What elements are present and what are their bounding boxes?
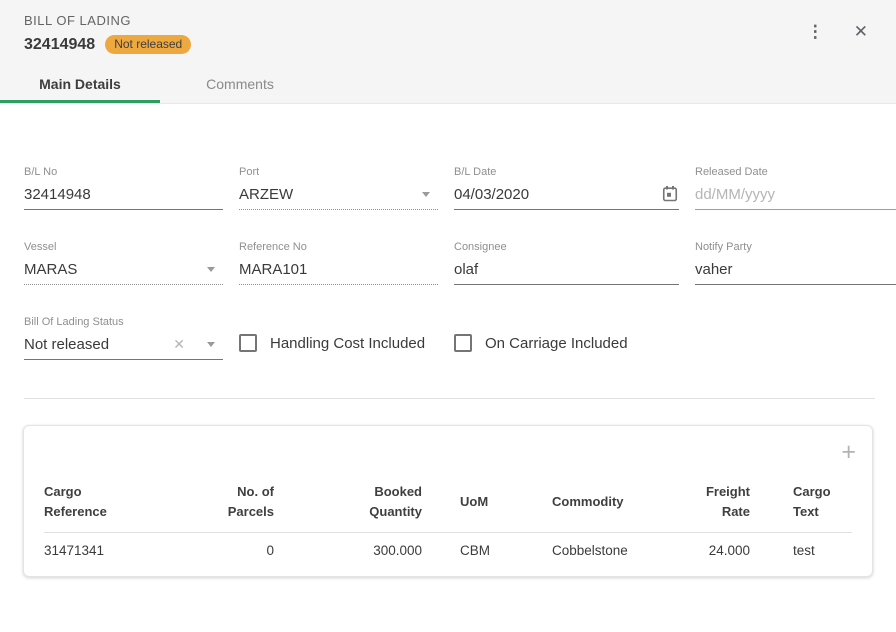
reference-no-input[interactable] — [239, 261, 438, 278]
bl-date-input[interactable] — [454, 186, 653, 203]
calendar-icon[interactable] — [661, 185, 679, 203]
reference-no-field: Reference No — [239, 241, 438, 285]
col-header-uom: UoM — [422, 492, 514, 512]
tab-main-details[interactable]: Main Details — [0, 65, 160, 103]
cell-booked-quantity: 300.000 — [274, 543, 422, 558]
reference-no-label: Reference No — [239, 241, 438, 253]
vessel-label: Vessel — [24, 241, 223, 253]
col-header-cargo-reference: Cargo Reference — [44, 482, 214, 522]
released-date-label: Released Date — [695, 166, 896, 178]
cell-commodity: Cobbelstone — [514, 543, 674, 558]
page-title: BILL OF LADING — [24, 13, 872, 28]
handling-cost-label: Handling Cost Included — [270, 335, 425, 352]
section-divider — [24, 398, 875, 399]
cargo-table-header: Cargo Reference No. of Parcels Booked Qu… — [44, 482, 852, 532]
cell-freight-rate: 24.000 — [674, 543, 750, 558]
port-select[interactable]: ARZEW — [239, 183, 438, 210]
bl-no-label: B/L No — [24, 166, 223, 178]
dialog-header: BILL OF LADING 32414948 Not released ⋮ ✕… — [0, 0, 896, 104]
bl-status-label: Bill Of Lading Status — [24, 316, 223, 328]
notify-party-field: Notify Party — [695, 241, 896, 285]
cell-cargo-text: test — [750, 543, 854, 558]
released-date-input[interactable] — [695, 186, 894, 203]
cell-no-of-parcels: 0 — [214, 543, 274, 558]
vessel-select[interactable]: MARAS — [24, 258, 223, 285]
bl-status-value: Not released — [24, 336, 173, 353]
active-tab-indicator — [0, 100, 160, 103]
port-field: Port ARZEW — [239, 166, 438, 210]
cargo-lines-card: + Cargo Reference No. of Parcels Booked … — [23, 425, 873, 577]
close-icon[interactable]: ✕ — [852, 21, 870, 42]
chevron-down-icon — [207, 267, 215, 272]
clear-icon[interactable]: ✕ — [173, 336, 185, 353]
tab-bar: Main Details Comments — [0, 65, 320, 103]
vessel-field: Vessel MARAS — [24, 241, 223, 285]
bl-date-field: B/L Date — [454, 166, 679, 210]
on-carriage-checkbox[interactable] — [454, 334, 472, 352]
cell-uom: CBM — [422, 543, 514, 558]
handling-cost-checkbox-row[interactable]: Handling Cost Included — [239, 334, 438, 352]
port-label: Port — [239, 166, 438, 178]
add-cargo-line-icon[interactable]: + — [841, 440, 856, 465]
chevron-down-icon — [422, 192, 430, 197]
chevron-down-icon — [207, 342, 215, 347]
cell-cargo-reference: 31471341 — [44, 543, 214, 558]
bl-no-input[interactable] — [24, 186, 223, 203]
col-header-no-of-parcels: No. of Parcels — [214, 482, 274, 522]
tab-comments[interactable]: Comments — [160, 65, 320, 103]
bl-number: 32414948 — [24, 36, 95, 54]
main-details-form: B/L No Port ARZEW B/L Date — [0, 104, 896, 399]
cargo-table-row[interactable]: 31471341 0 300.000 CBM Cobbelstone 24.00… — [44, 532, 852, 567]
consignee-input[interactable] — [454, 261, 679, 278]
bl-status-select[interactable]: Not released ✕ — [24, 333, 223, 360]
vessel-value: MARAS — [24, 261, 199, 278]
released-date-field: Released Date — [695, 166, 896, 210]
port-value: ARZEW — [239, 186, 414, 203]
tab-comments-label: Comments — [206, 76, 274, 92]
consignee-field: Consignee — [454, 241, 679, 285]
notify-party-label: Notify Party — [695, 241, 896, 253]
handling-cost-checkbox[interactable] — [239, 334, 257, 352]
col-header-freight-rate: Freight Rate — [674, 482, 750, 522]
col-header-booked-quantity: Booked Quantity — [274, 482, 422, 522]
bl-status-field: Bill Of Lading Status Not released ✕ — [24, 316, 223, 360]
tab-main-details-label: Main Details — [39, 76, 121, 92]
notify-party-input[interactable] — [695, 261, 896, 278]
on-carriage-checkbox-row[interactable]: On Carriage Included — [454, 334, 679, 352]
status-badge: Not released — [105, 35, 191, 54]
bl-no-field: B/L No — [24, 166, 223, 210]
col-header-commodity: Commodity — [514, 492, 674, 512]
bl-date-label: B/L Date — [454, 166, 679, 178]
more-options-icon[interactable]: ⋮ — [805, 21, 826, 42]
on-carriage-label: On Carriage Included — [485, 335, 628, 352]
col-header-cargo-text: Cargo Text — [750, 482, 854, 522]
consignee-label: Consignee — [454, 241, 679, 253]
